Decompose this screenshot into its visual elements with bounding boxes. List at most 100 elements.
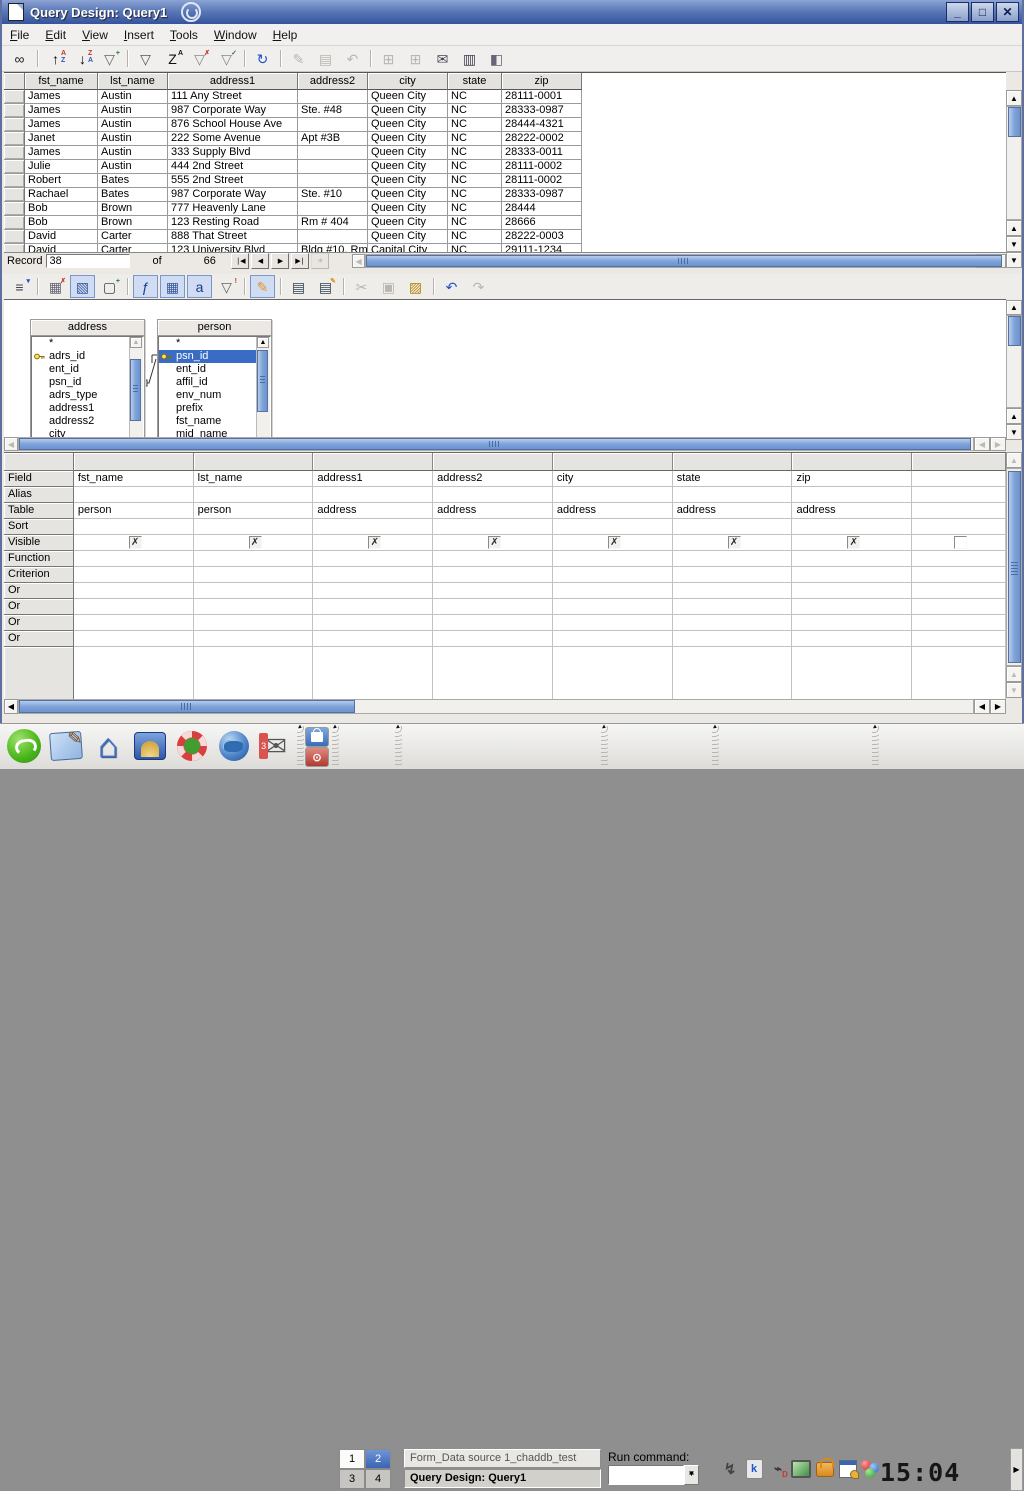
cell-address2[interactable] — [298, 160, 368, 174]
table-window-scrollbar[interactable]: ▲ — [256, 337, 270, 438]
row-selector[interactable] — [4, 216, 25, 230]
cell-fst_name[interactable]: James — [25, 118, 98, 132]
query-cell[interactable] — [313, 631, 433, 647]
design-scroll-track[interactable] — [1006, 315, 1022, 408]
query-cell[interactable] — [912, 471, 1006, 487]
results-corner-cell[interactable] — [4, 73, 25, 90]
row-selector[interactable] — [4, 160, 25, 174]
scroll-thumb[interactable] — [130, 359, 141, 421]
cell-address1[interactable]: 777 Heavenly Lane — [168, 202, 298, 216]
row-selector[interactable] — [4, 104, 25, 118]
cell-city[interactable]: Queen City — [368, 118, 448, 132]
query-cell[interactable] — [792, 583, 912, 599]
add-table-button[interactable]: ▢+ — [97, 275, 122, 298]
cell-address1[interactable]: 876 School House Ave — [168, 118, 298, 132]
query-cell[interactable] — [673, 631, 793, 647]
query-cell[interactable] — [912, 599, 1006, 615]
cell-address1[interactable]: 888 That Street — [168, 230, 298, 244]
field-item-affil_id[interactable]: affil_id — [159, 376, 257, 389]
cell-address1[interactable]: 555 2nd Street — [168, 174, 298, 188]
menu-item-file[interactable]: File — [2, 26, 37, 44]
row-selector[interactable] — [4, 90, 25, 104]
query-cell[interactable] — [912, 519, 1006, 535]
query-cell[interactable] — [194, 567, 314, 583]
data-source-as-table-button[interactable]: ▥ — [457, 47, 482, 70]
query-cell[interactable] — [792, 631, 912, 647]
visible-checkbox[interactable]: ✗ — [847, 536, 860, 549]
refresh-button[interactable]: ↻ — [250, 47, 275, 70]
mail-merge-button[interactable]: ✉ — [430, 47, 455, 70]
cell-address1[interactable]: 111 Any Street — [168, 90, 298, 104]
query-cell[interactable]: ✗ — [433, 535, 553, 551]
field-item-prefix[interactable]: prefix — [159, 402, 257, 415]
cell-state[interactable]: NC — [448, 132, 502, 146]
cell-address1[interactable]: 333 Supply Blvd — [168, 146, 298, 160]
column-header-fst_name[interactable]: fst_name — [25, 73, 98, 90]
query-hscroll-thumb[interactable] — [19, 700, 355, 713]
cell-state[interactable]: NC — [448, 174, 502, 188]
results-scroll-thumb[interactable] — [1008, 107, 1021, 137]
query-cell[interactable] — [553, 519, 673, 535]
tray-wallet-icon[interactable] — [815, 1459, 835, 1479]
query-hscroll-right-button[interactable]: ▶ — [990, 699, 1006, 714]
table-window-title[interactable]: person — [158, 320, 271, 336]
visible-checkbox[interactable]: ✗ — [249, 536, 262, 549]
query-cell[interactable] — [912, 551, 1006, 567]
query-cell[interactable] — [553, 631, 673, 647]
table-window-person[interactable]: person*psn_ident_idaffil_idenv_numprefix… — [157, 319, 272, 438]
cell-address2[interactable]: Rm # 404 — [298, 216, 368, 230]
edit-button[interactable]: ✎ — [250, 275, 275, 298]
menu-item-help[interactable]: Help — [265, 26, 306, 44]
visible-checkbox[interactable] — [954, 536, 967, 549]
cell-address2[interactable] — [298, 118, 368, 132]
cell-address2[interactable] — [298, 202, 368, 216]
field-item-adrs_type[interactable]: adrs_type — [32, 389, 130, 402]
tray-klipper-icon[interactable]: k — [744, 1459, 764, 1479]
tray-suse-watcher-icon[interactable] — [860, 1459, 880, 1479]
query-cell[interactable] — [792, 567, 912, 583]
cell-zip[interactable]: 28333-0987 — [502, 104, 582, 118]
row-selector[interactable] — [4, 118, 25, 132]
minimize-button[interactable]: _ — [946, 2, 969, 22]
cell-address2[interactable] — [298, 174, 368, 188]
clear-query-button[interactable]: ▦✗ — [43, 275, 68, 298]
cell-fst_name[interactable]: James — [25, 90, 98, 104]
field-item-address2[interactable]: address2 — [32, 415, 130, 428]
query-column-header[interactable] — [912, 453, 1006, 471]
field-item-env_num[interactable]: env_num — [159, 389, 257, 402]
paste-button[interactable]: ▨ — [403, 275, 428, 298]
alias-button[interactable]: a — [187, 275, 212, 298]
query-column-header[interactable] — [673, 453, 793, 471]
query-cell[interactable] — [673, 519, 793, 535]
query-hscroll-track[interactable] — [18, 699, 974, 714]
cell-address1[interactable]: 987 Corporate Way — [168, 104, 298, 118]
cell-city[interactable]: Queen City — [368, 104, 448, 118]
panel-hide-button[interactable]: ▶ — [1010, 1448, 1023, 1491]
cell-city[interactable]: Queen City — [368, 90, 448, 104]
query-column-header[interactable] — [194, 453, 314, 471]
column-header-address1[interactable]: address1 — [168, 73, 298, 90]
launcher-suse-menu-button[interactable] — [5, 727, 43, 765]
query-cell[interactable]: address — [792, 503, 912, 519]
column-header-zip[interactable]: zip — [502, 73, 582, 90]
run-command-dropdown-button[interactable]: ▼▔ — [684, 1465, 699, 1485]
functions-button[interactable]: ƒ — [133, 275, 158, 298]
cell-zip[interactable]: 28444-4321 — [502, 118, 582, 132]
query-cell[interactable] — [74, 583, 194, 599]
cell-zip[interactable]: 28111-0002 — [502, 160, 582, 174]
column-header-lst_name[interactable]: lst_name — [98, 73, 168, 90]
applet-handle[interactable] — [297, 726, 304, 767]
cell-address2[interactable] — [298, 146, 368, 160]
last-record-button[interactable]: ▶❘ — [291, 253, 309, 269]
visible-checkbox[interactable]: ✗ — [129, 536, 142, 549]
field-item-address1[interactable]: address1 — [32, 402, 130, 415]
query-scroll-up2-button[interactable]: ▲ — [1006, 666, 1022, 682]
query-column-header[interactable] — [792, 453, 912, 471]
menu-item-view[interactable]: View — [74, 26, 116, 44]
cell-address1[interactable]: 444 2nd Street — [168, 160, 298, 174]
row-label-or[interactable]: Or — [4, 599, 74, 615]
query-cell[interactable] — [553, 599, 673, 615]
results-scroll-up-button[interactable]: ▲ — [1006, 90, 1022, 106]
results-scroll-down-button[interactable]: ▼ — [1006, 236, 1022, 252]
recordbar-scroll-track[interactable] — [365, 254, 976, 268]
